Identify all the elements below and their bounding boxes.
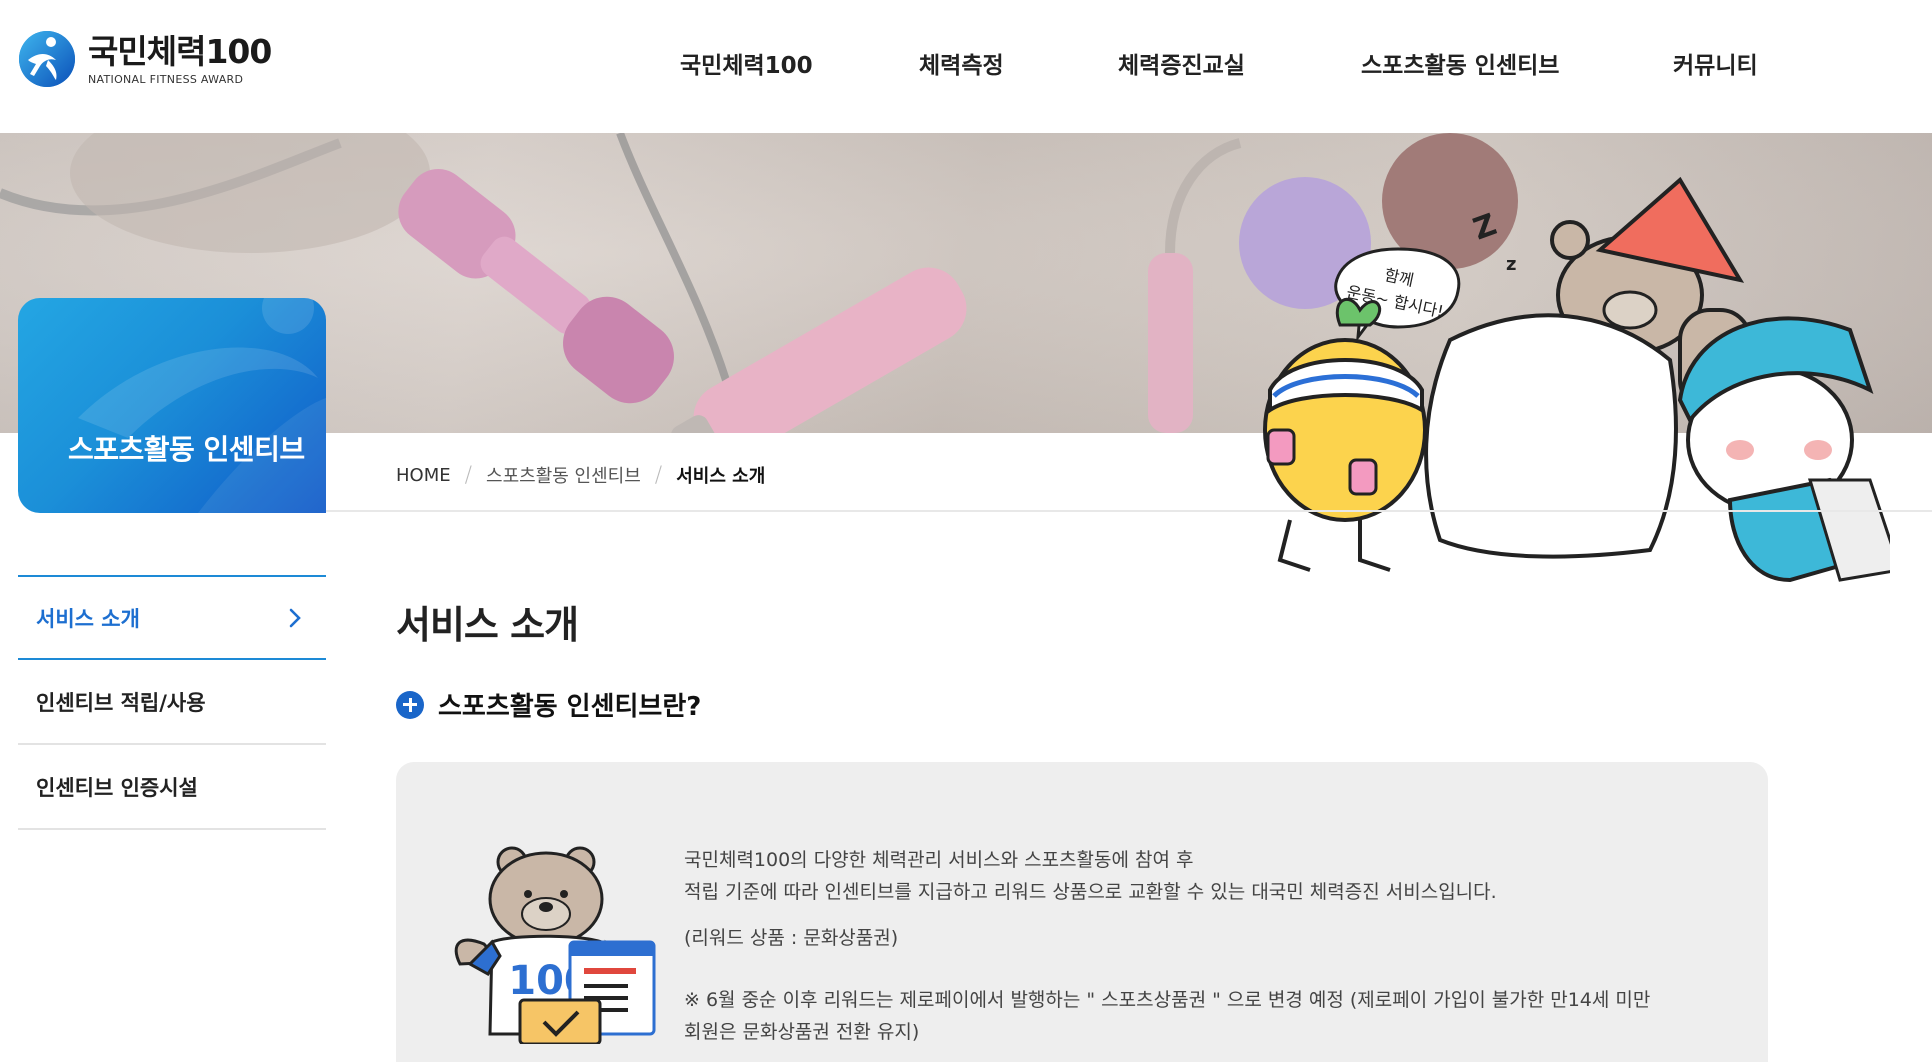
nav-item-class[interactable]: 체력증진교실 [1118,46,1245,80]
svg-text:Z: Z [1469,207,1501,247]
side-menu-label: 서비스 소개 [36,606,140,631]
chevron-right-icon [289,608,301,628]
page-title: 서비스 소개 [396,603,579,647]
plus-circle-icon [396,690,424,719]
reward-note: (리워드 상품 : 문화상품권) [684,927,899,949]
section-title: 스포츠활동 인센티브 [68,433,305,466]
change-notice-cont: 회원은 문화상품권 전환 유지) [684,1021,920,1043]
section-heading-text: 스포츠활동 인센티브란? [438,692,702,722]
breadcrumb-separator: / [464,462,473,488]
description-line: 적립 기준에 따라 인센티브를 지급하고 리워드 상품으로 교환할 수 있는 대… [684,881,1497,903]
side-menu-item-service-intro[interactable]: 서비스 소개 [18,575,326,660]
site-header: 국민체력100 NATIONAL FITNESS AWARD 국민체력100 체… [0,0,1932,133]
breadcrumb-divider [326,510,1932,512]
section-title-card: 스포츠활동 인센티브 [18,298,326,513]
change-notice: ※ 6월 중순 이후 리워드는 제로페이에서 발행하는 " 스포츠상품권 " 으… [684,989,1651,1011]
side-menu-label: 인센티브 인증시설 [36,775,198,800]
breadcrumb-current: 서비스 소개 [676,466,766,487]
mascot-characters-illustration: Z z z [1263,176,1890,583]
nav-item-measurement[interactable]: 체력측정 [919,46,1004,80]
main-nav: 국민체력100 체력측정 체력증진교실 스포츠활동 인센티브 커뮤니티 [0,46,1932,86]
breadcrumb-home[interactable]: HOME [396,465,451,486]
side-menu-item-certified-facilities[interactable]: 인센티브 인증시설 [18,745,326,830]
breadcrumb: HOME / 스포츠활동 인센티브 / 서비스 소개 [396,462,765,488]
nav-item-fitness100[interactable]: 국민체력100 [680,46,813,80]
bear-mascot-illustration: 100 [454,846,656,1044]
service-description: 국민체력100의 다양한 체력관리 서비스와 스포츠활동에 참여 후 적립 기준… [684,844,1650,1048]
nav-item-incentive[interactable]: 스포츠활동 인센티브 [1361,46,1559,80]
breadcrumb-incentive[interactable]: 스포츠활동 인센티브 [486,462,641,488]
card-swoosh-decoration [78,298,326,513]
svg-text:z: z [1506,254,1516,275]
breadcrumb-separator: / [654,462,663,488]
description-line: 국민체력100의 다양한 체력관리 서비스와 스포츠활동에 참여 후 [684,849,1194,871]
nav-item-community[interactable]: 커뮤니티 [1673,46,1758,80]
side-menu-item-incentive-earn-use[interactable]: 인센티브 적립/사용 [18,660,326,745]
side-menu-label: 인센티브 적립/사용 [36,690,206,715]
info-box: 100 국민체력100의 다양한 체력관리 서비스와 스포츠활동에 참여 후 적… [396,762,1768,1062]
side-menu: 서비스 소개 인센티브 적립/사용 인센티브 인증시설 [18,575,326,830]
section-heading: 스포츠활동 인센티브란? [396,686,701,723]
